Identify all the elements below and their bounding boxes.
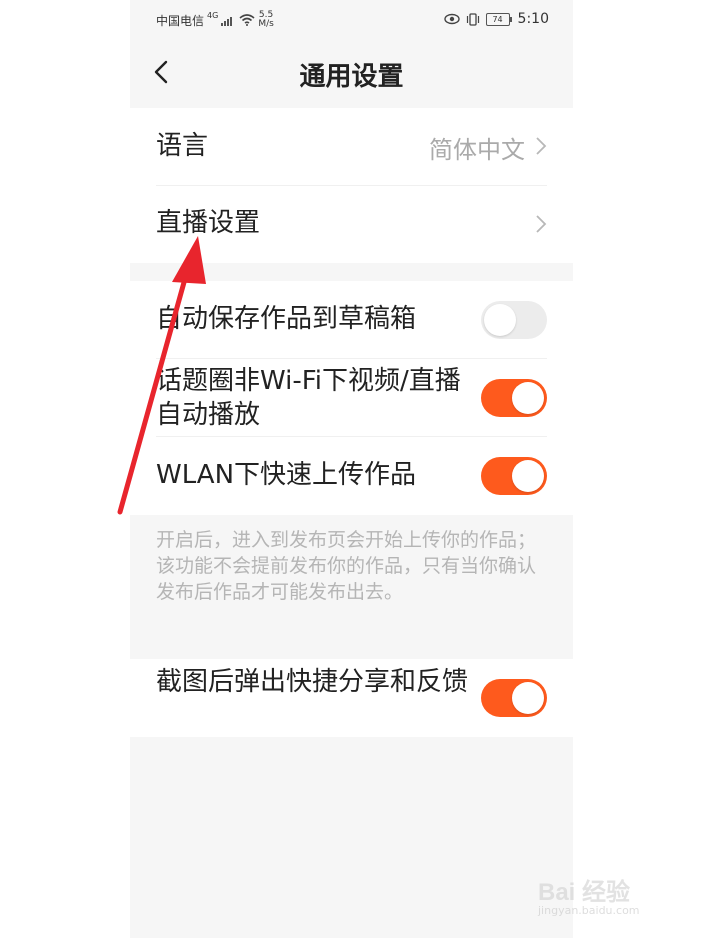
- toggle-knob: [512, 682, 544, 714]
- settings-group-screenshot: 截图后弹出快捷分享和反馈: [130, 659, 573, 737]
- network-speed: 5.5 M/s: [258, 11, 274, 29]
- nav-header: 通用设置: [130, 40, 573, 106]
- language-value: 简体中文: [429, 136, 525, 164]
- chevron-right-icon: [536, 137, 547, 155]
- signal-icon: [221, 15, 233, 26]
- eye-icon: [443, 13, 460, 25]
- settings-group-general: 语言 简体中文 直播设置: [130, 108, 573, 263]
- status-bar: 中国电信 4G 5.5 M/s 74 5:10: [130, 0, 573, 40]
- screenshot-share-toggle[interactable]: [481, 679, 547, 717]
- settings-row-live[interactable]: 直播设置: [156, 186, 547, 263]
- row-label: 话题圈非Wi-Fi下视频/直播自动播放: [156, 366, 461, 430]
- carrier-label: 中国电信: [156, 13, 205, 28]
- toggle-knob: [484, 304, 516, 336]
- baidu-watermark: Bai 经验 jingyan.baidu.com: [538, 858, 678, 918]
- chevron-right-icon: [536, 215, 547, 233]
- settings-row-auto-save: 自动保存作品到草稿箱: [156, 281, 547, 359]
- upload-note: 开启后，进入到发布页会开始上传你的作品；该功能不会提前发布你的作品，只有当你确认…: [156, 529, 537, 603]
- row-label: 截图后弹出快捷分享和反馈: [156, 667, 469, 697]
- settings-group-upload: 自动保存作品到草稿箱 话题圈非Wi-Fi下视频/直播自动播放 WLAN下快速上传…: [130, 281, 573, 515]
- row-label: WLAN下快速上传作品: [156, 460, 417, 490]
- phone-screen: 中国电信 4G 5.5 M/s 74 5:10 通用设置 语言 简体中文 直播设…: [130, 0, 573, 938]
- watermark-url: jingyan.baidu.com: [538, 904, 640, 917]
- page-title: 通用设置: [299, 62, 404, 92]
- toggle-knob: [512, 382, 544, 414]
- settings-row-autoplay: 话题圈非Wi-Fi下视频/直播自动播放: [156, 359, 547, 437]
- row-label: 直播设置: [156, 208, 261, 238]
- auto-save-toggle[interactable]: [481, 301, 547, 339]
- settings-row-language[interactable]: 语言 简体中文: [156, 108, 547, 186]
- toggle-knob: [512, 460, 544, 492]
- vibrate-icon: [466, 12, 479, 26]
- wlan-upload-toggle[interactable]: [481, 457, 547, 495]
- settings-row-screenshot-share: 截图后弹出快捷分享和反馈: [156, 659, 547, 737]
- status-right: 74 5:10: [443, 11, 549, 27]
- network-type: 4G: [207, 10, 219, 20]
- row-label: 语言: [156, 131, 209, 161]
- settings-row-wlan-upload: WLAN下快速上传作品: [156, 437, 547, 514]
- speed-unit: M/s: [258, 19, 274, 29]
- battery-icon: 74: [485, 12, 512, 26]
- status-left: 中国电信 4G 5.5 M/s: [156, 11, 274, 29]
- autoplay-toggle[interactable]: [481, 379, 547, 417]
- clock: 5:10: [517, 11, 549, 27]
- row-label: 自动保存作品到草稿箱: [156, 304, 417, 334]
- watermark-brand: Bai 经验: [538, 879, 631, 906]
- wifi-icon: [239, 14, 255, 26]
